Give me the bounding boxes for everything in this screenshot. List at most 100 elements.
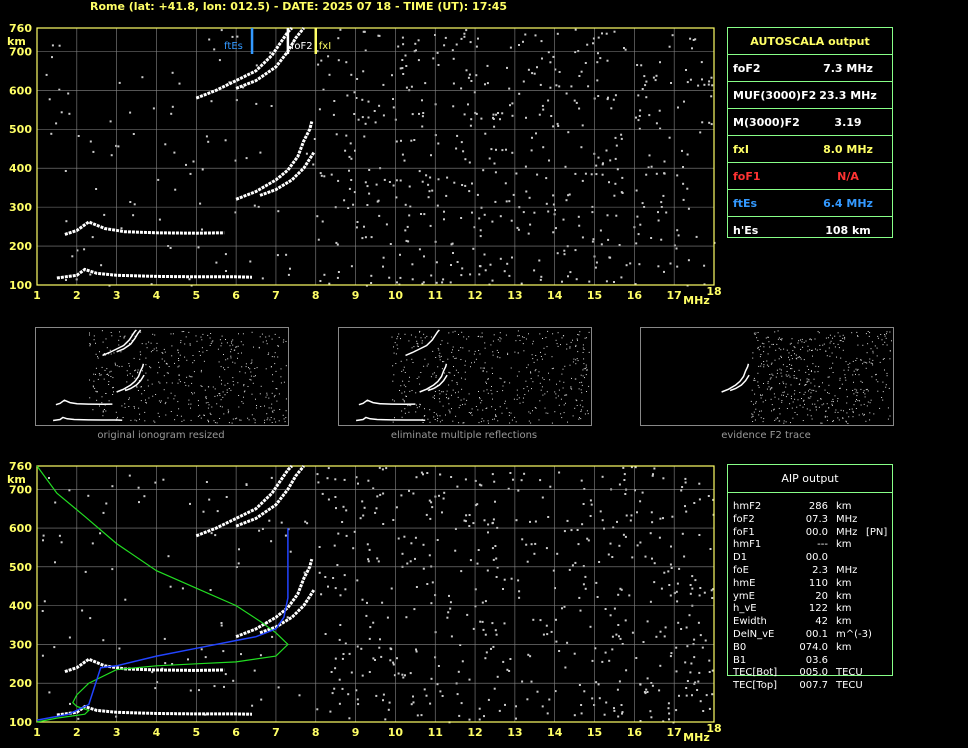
noise-speck xyxy=(326,477,329,480)
thumb-noise xyxy=(251,393,253,395)
noise-speck xyxy=(676,582,679,585)
noise-speck xyxy=(401,36,404,39)
thumb-noise xyxy=(852,416,854,418)
thumb-noise xyxy=(158,416,160,418)
noise-speck xyxy=(535,132,537,135)
noise-speck xyxy=(464,184,467,187)
thumb-trace xyxy=(55,399,113,406)
x-tick-label: 6 xyxy=(232,726,240,739)
thumb-noise xyxy=(221,379,222,381)
thumb-noise xyxy=(449,372,451,374)
noise-speck xyxy=(224,139,227,142)
noise-speck xyxy=(356,221,359,223)
noise-speck xyxy=(645,80,648,83)
thumb-noise xyxy=(190,376,192,378)
thumb-noise xyxy=(237,345,239,347)
noise-speck xyxy=(539,83,542,86)
thumb-noise xyxy=(847,423,849,424)
thumb-noise xyxy=(442,361,443,363)
noise-speck xyxy=(377,560,380,563)
thumb-noise xyxy=(492,340,494,342)
thumb-noise xyxy=(853,381,854,383)
thumb-noise xyxy=(790,342,792,344)
thumb-noise xyxy=(404,391,406,393)
noise-speck xyxy=(411,113,414,116)
thumb-noise xyxy=(218,361,220,363)
noise-speck xyxy=(542,633,545,636)
noise-speck xyxy=(468,718,471,721)
noise-speck xyxy=(368,671,371,673)
thumb-noise xyxy=(240,419,242,421)
noise-speck xyxy=(664,626,667,629)
thumb-noise xyxy=(481,418,483,420)
noise-speck xyxy=(154,481,157,484)
thumb-noise xyxy=(157,372,159,374)
thumb-noise xyxy=(806,381,808,383)
thumb-noise xyxy=(522,336,523,338)
noise-speck xyxy=(77,135,80,137)
thumb-noise xyxy=(442,391,444,393)
thumb-noise xyxy=(504,402,506,404)
thumb-noise xyxy=(488,378,489,380)
thumb-noise xyxy=(112,394,114,395)
thumb-noise xyxy=(578,334,580,336)
noise-speck xyxy=(599,57,602,60)
ionogram-top-chart: 1 2 3 4 5 6 7 8 9 10 11 12 13 14 15 16 17 18MHz1002003004… xyxy=(7,22,722,307)
noise-speck xyxy=(472,522,475,525)
noise-speck xyxy=(606,214,609,217)
noise-speck xyxy=(431,581,434,584)
noise-speck xyxy=(581,236,584,239)
thumb-noise xyxy=(183,419,185,421)
thumb-noise xyxy=(577,351,579,353)
thumb-noise xyxy=(814,338,816,340)
thumb-noise xyxy=(411,347,413,349)
noise-speck xyxy=(623,479,626,481)
noise-speck xyxy=(708,671,711,673)
noise-speck xyxy=(411,278,414,281)
thumb-noise xyxy=(786,366,788,367)
noise-speck xyxy=(460,274,463,277)
thumb-noise xyxy=(584,377,585,379)
thumb-noise xyxy=(808,390,809,392)
noise-speck xyxy=(708,121,711,124)
noise-speck xyxy=(618,635,620,638)
thumb-noise xyxy=(156,342,158,344)
noise-speck xyxy=(375,694,378,697)
thumb-noise xyxy=(586,391,587,392)
thumb-noise xyxy=(244,372,246,374)
noise-speck xyxy=(268,519,271,522)
noise-speck xyxy=(423,688,426,691)
thumb-noise xyxy=(822,344,824,346)
thumb-noise xyxy=(563,412,565,414)
aip-name: TEC[Top] xyxy=(733,680,778,692)
noise-speck xyxy=(401,673,404,676)
noise-speck xyxy=(335,507,337,510)
noise-speck xyxy=(681,486,684,488)
thumb-noise xyxy=(232,381,234,382)
thumb-noise xyxy=(792,350,794,352)
noise-speck xyxy=(415,650,418,653)
thumb-noise xyxy=(435,375,437,377)
thumb-noise xyxy=(240,341,242,343)
noise-speck xyxy=(710,123,713,126)
thumb-noise xyxy=(494,418,495,420)
thumb-noise xyxy=(562,387,564,389)
thumb-noise xyxy=(808,380,810,382)
thumb-noise xyxy=(212,386,214,388)
thumb-noise xyxy=(271,338,273,340)
noise-speck xyxy=(362,70,365,73)
noise-speck xyxy=(469,124,472,127)
thumb-noise xyxy=(184,382,186,384)
noise-speck xyxy=(568,193,571,196)
noise-speck xyxy=(483,519,486,522)
thumb-noise xyxy=(872,350,874,352)
thumb-noise xyxy=(420,337,422,339)
noise-speck xyxy=(128,474,131,477)
thumb-noise xyxy=(228,388,230,389)
noise-speck xyxy=(439,473,442,476)
noise-speck xyxy=(541,496,544,499)
aip-unit: MHz xyxy=(836,513,858,525)
noise-speck xyxy=(367,560,370,563)
noise-speck xyxy=(284,534,287,537)
x-tick-label: 11 xyxy=(428,289,443,302)
